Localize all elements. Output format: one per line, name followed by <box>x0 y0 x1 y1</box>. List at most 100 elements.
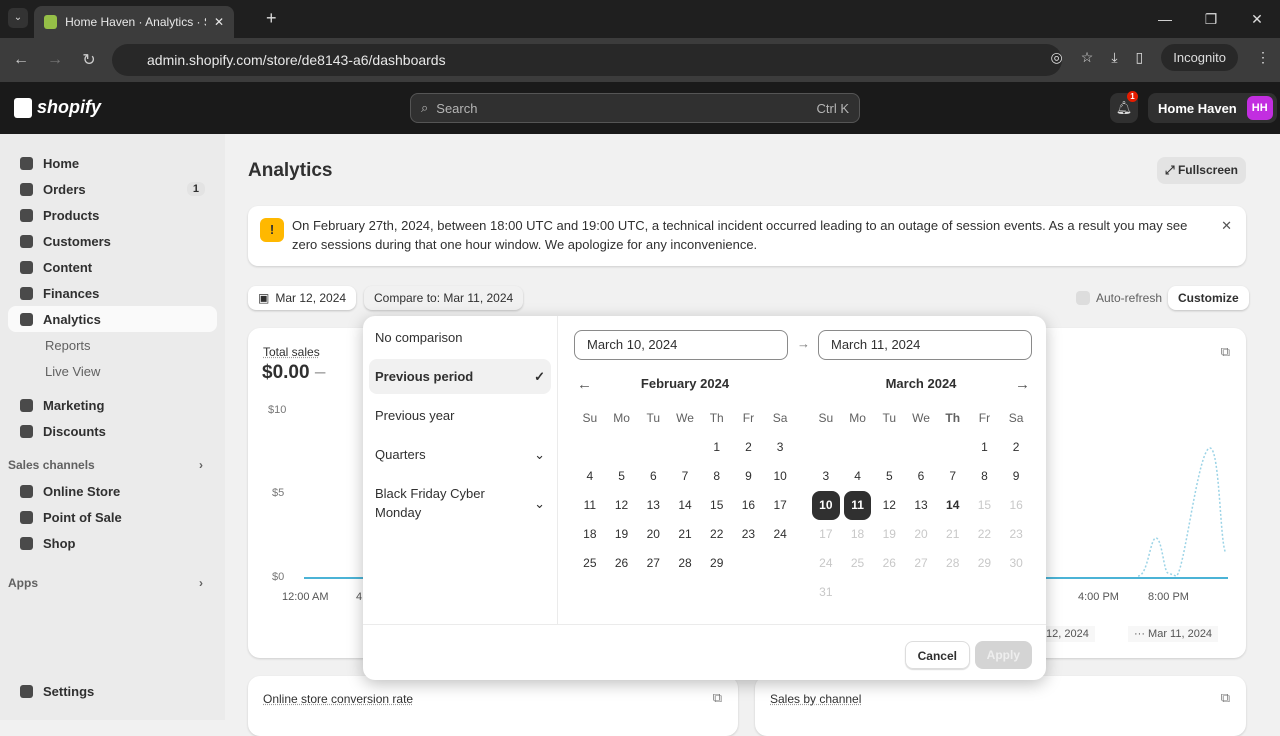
sidebar-item-shop[interactable]: Shop <box>8 530 217 556</box>
calendar-day[interactable]: 22 <box>701 520 733 549</box>
calendar-day[interactable]: 3 <box>810 462 842 491</box>
calendar-day[interactable]: 14 <box>937 491 969 520</box>
calendar-day[interactable]: 20 <box>637 520 669 549</box>
option-bfcm[interactable]: Black Friday Cyber Monday ⌄ <box>369 476 551 530</box>
sidepanel-icon[interactable]: ▯ <box>1136 49 1144 66</box>
forward-icon[interactable]: → <box>38 51 72 69</box>
customize-button[interactable]: Customize <box>1168 286 1249 310</box>
incognito-badge[interactable]: Incognito <box>1161 44 1238 71</box>
close-tab-icon[interactable]: ✕ <box>214 15 224 29</box>
search-input[interactable]: ⌕ Search Ctrl K <box>410 93 860 123</box>
calendar-day[interactable]: 1 <box>701 433 733 462</box>
sidebar-item-marketing[interactable]: Marketing <box>8 392 217 418</box>
calendar-day[interactable]: 5 <box>873 462 905 491</box>
minimize-icon[interactable]: — <box>1142 0 1188 38</box>
calendar-day[interactable]: 9 <box>733 462 765 491</box>
calendar-day[interactable]: 8 <box>701 462 733 491</box>
inspect-icon[interactable]: ⧉ <box>1221 344 1230 360</box>
sidebar-item-point-of-sale[interactable]: Point of Sale <box>8 504 217 530</box>
auto-refresh-toggle[interactable]: Auto-refresh <box>1066 286 1172 310</box>
close-window-icon[interactable]: ✕ <box>1234 0 1280 38</box>
calendar-day[interactable]: 11 <box>574 491 606 520</box>
notifications-button[interactable]: 🔔︎ 1 <box>1110 91 1138 123</box>
inspect-icon[interactable]: ⧉ <box>1221 690 1230 706</box>
option-quarters[interactable]: Quarters ⌄ <box>369 437 551 472</box>
calendar-day[interactable]: 3 <box>764 433 796 462</box>
calendar-day[interactable]: 13 <box>637 491 669 520</box>
calendar-day[interactable]: 12 <box>606 491 638 520</box>
browser-tab[interactable]: Home Haven · Analytics · Shopify ✕ <box>34 6 234 38</box>
sidebar-item-finances[interactable]: Finances <box>8 280 217 306</box>
checkbox[interactable] <box>1076 291 1090 305</box>
calendar-day[interactable]: 16 <box>733 491 765 520</box>
back-icon[interactable]: ← <box>4 51 38 69</box>
inspect-icon[interactable]: ⧉ <box>713 690 722 706</box>
fullscreen-button[interactable]: ⤢ Fullscreen <box>1157 157 1246 184</box>
apply-button[interactable]: Apply <box>974 641 1032 669</box>
calendar-day[interactable]: 8 <box>969 462 1001 491</box>
calendar-day[interactable]: 1 <box>969 433 1001 462</box>
sales-channels-header[interactable]: Sales channels › <box>8 452 217 478</box>
calendar-day[interactable]: 6 <box>637 462 669 491</box>
sidebar-item-customers[interactable]: Customers <box>8 228 217 254</box>
calendar-day[interactable]: 4 <box>574 462 606 491</box>
store-menu-button[interactable]: Home Haven HH <box>1148 93 1277 123</box>
menu-icon[interactable]: ⋮ <box>1256 49 1270 66</box>
calendar-day[interactable]: 26 <box>606 549 638 578</box>
calendar-day[interactable]: 17 <box>764 491 796 520</box>
compare-button[interactable]: Compare to: Mar 11, 2024 <box>364 286 524 310</box>
restore-icon[interactable]: ❐ <box>1188 0 1234 38</box>
shopify-logo[interactable]: shopify <box>14 97 101 118</box>
reload-icon[interactable]: ↻ <box>72 50 106 70</box>
card-title[interactable]: Sales by channel <box>770 692 861 706</box>
calendar-day[interactable]: 18 <box>574 520 606 549</box>
sidebar-item-discounts[interactable]: Discounts <box>8 418 217 444</box>
sidebar-item-content[interactable]: Content <box>8 254 217 280</box>
date-range-button[interactable]: ▣ Mar 12, 2024 <box>248 286 357 310</box>
calendar-day[interactable]: 23 <box>733 520 765 549</box>
calendar-day[interactable]: 10 <box>764 462 796 491</box>
eye-off-icon[interactable]: ◎ <box>1051 49 1063 66</box>
sidebar-item-products[interactable]: Products <box>8 202 217 228</box>
sidebar-item-online-store[interactable]: Online Store <box>8 478 217 504</box>
calendar-day[interactable]: 11 <box>843 491 872 520</box>
sidebar-item-live-view[interactable]: Live View <box>8 358 217 384</box>
calendar-day[interactable]: 25 <box>574 549 606 578</box>
sidebar-item-settings[interactable]: Settings <box>8 678 217 704</box>
cancel-button[interactable]: Cancel <box>904 641 970 669</box>
start-date-input[interactable]: March 10, 2024 <box>574 330 788 360</box>
option-previous-year[interactable]: Previous year <box>369 398 551 433</box>
calendar-day[interactable]: 28 <box>669 549 701 578</box>
option-no-comparison[interactable]: No comparison <box>369 320 551 355</box>
sidebar-item-home[interactable]: Home <box>8 150 217 176</box>
tab-list-button[interactable]: ⌄ <box>8 8 28 28</box>
calendar-day[interactable]: 10 <box>812 491 840 520</box>
calendar-day[interactable]: 14 <box>669 491 701 520</box>
calendar-day[interactable]: 13 <box>905 491 937 520</box>
calendar-day[interactable]: 21 <box>669 520 701 549</box>
end-date-input[interactable]: March 11, 2024 <box>818 330 1032 360</box>
sidebar-item-reports[interactable]: Reports <box>8 332 217 358</box>
card-title[interactable]: Online store conversion rate <box>263 692 413 706</box>
calendar-day[interactable]: 4 <box>842 462 874 491</box>
calendar-day[interactable]: 15 <box>701 491 733 520</box>
url-field[interactable]: admin.shopify.com/store/de8143-a6/dashbo… <box>112 44 1062 76</box>
sidebar-item-analytics[interactable]: Analytics <box>8 306 217 332</box>
calendar-day[interactable]: 7 <box>669 462 701 491</box>
calendar-day[interactable]: 24 <box>764 520 796 549</box>
sidebar-item-orders[interactable]: Orders 1 <box>8 176 217 202</box>
close-icon[interactable]: ✕ <box>1221 216 1232 235</box>
star-icon[interactable]: ☆ <box>1081 49 1094 66</box>
calendar-day[interactable]: 6 <box>905 462 937 491</box>
legend-item[interactable]: ··· Mar 11, 2024 <box>1128 626 1219 642</box>
calendar-day[interactable]: 2 <box>1000 433 1032 462</box>
apps-header[interactable]: Apps › <box>8 570 217 596</box>
option-previous-period[interactable]: Previous period ✓ <box>369 359 551 394</box>
calendar-day[interactable]: 2 <box>733 433 765 462</box>
calendar-day[interactable]: 5 <box>606 462 638 491</box>
new-tab-button[interactable]: + <box>266 8 277 29</box>
card-title[interactable]: Total sales <box>263 345 320 359</box>
calendar-day[interactable]: 29 <box>701 549 733 578</box>
calendar-day[interactable]: 7 <box>937 462 969 491</box>
calendar-day[interactable]: 12 <box>873 491 905 520</box>
